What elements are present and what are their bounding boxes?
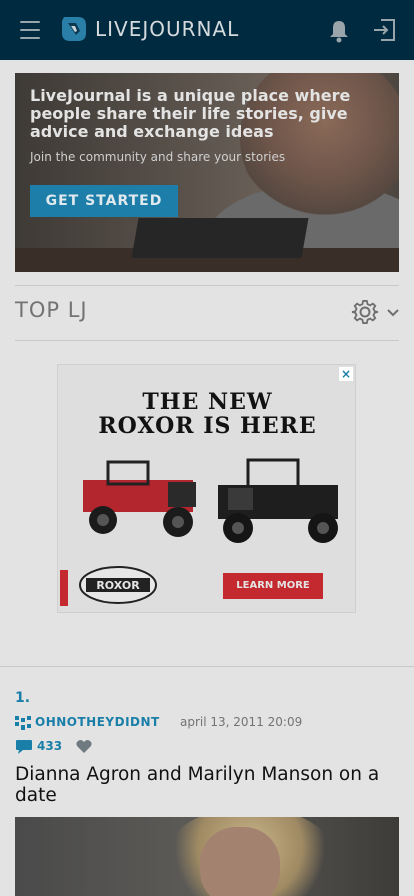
section-title: TOP LJ [15, 298, 88, 322]
roxor-logo: ROXOR [79, 566, 157, 604]
post-image[interactable] [15, 817, 399, 896]
close-icon[interactable]: × [339, 367, 353, 381]
heart-icon[interactable] [76, 739, 92, 754]
community-icon[interactable] [15, 716, 31, 730]
login-icon[interactable] [372, 18, 396, 42]
advertisement[interactable]: × THE NEW ROXOR IS HERE ROXOR LEARN MORE [57, 364, 356, 613]
comment-count[interactable]: 433 [37, 739, 62, 753]
hero-subtitle: Join the community and share your storie… [30, 150, 286, 164]
ad-headline-line1: THE NEW [142, 389, 273, 415]
hero-photo-laptop [131, 218, 309, 258]
hero-title: LiveJournal is a unique place where peop… [30, 86, 351, 141]
gear-icon[interactable] [351, 298, 379, 326]
ad-headline-line2: ROXOR IS HERE [98, 413, 317, 439]
logo-text[interactable]: LIVEJOURNAL [95, 17, 239, 41]
logo-icon[interactable] [58, 13, 90, 45]
red-jeep-image [83, 460, 196, 537]
chevron-down-icon[interactable] [387, 308, 399, 318]
learn-more-button[interactable]: LEARN MORE [223, 573, 323, 599]
bell-icon[interactable] [328, 19, 350, 43]
menu-icon[interactable] [20, 21, 40, 39]
post-date: april 13, 2011 20:09 [180, 715, 303, 729]
get-started-button[interactable]: GET STARTED [30, 185, 178, 217]
post-rank: 1. [15, 690, 31, 706]
post-image-face [200, 827, 280, 896]
hero-banner: LiveJournal is a unique place where peop… [15, 73, 399, 272]
post-title[interactable]: Dianna Agron and Marilyn Manson on a dat… [15, 764, 399, 806]
top-navigation-bar: LIVEJOURNAL [0, 0, 414, 60]
divider [0, 666, 414, 667]
divider [15, 340, 399, 341]
comment-icon[interactable] [15, 739, 33, 755]
post-author-link[interactable]: OHNOTHEYDIDNT [35, 715, 160, 729]
divider [15, 285, 399, 286]
svg-text:ROXOR: ROXOR [96, 579, 140, 592]
ad-side-stripe [60, 570, 68, 606]
black-jeep-image [218, 458, 338, 543]
